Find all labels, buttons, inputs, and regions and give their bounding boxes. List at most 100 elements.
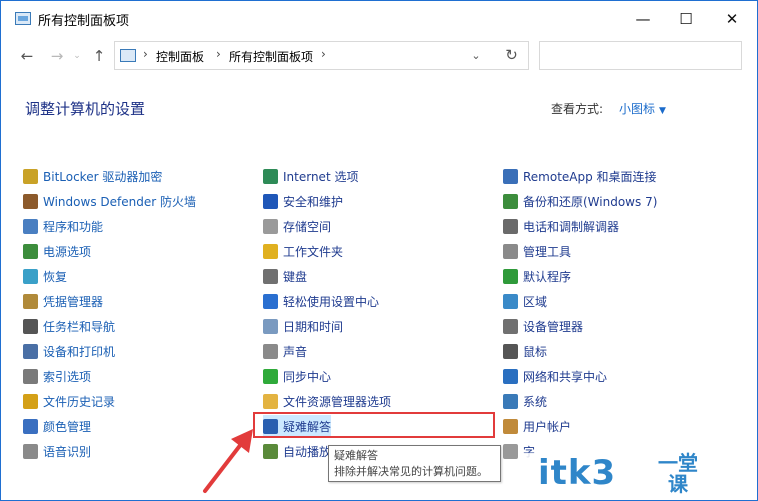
control-panel-item[interactable]: 鼠标 bbox=[503, 340, 547, 362]
firewall-icon bbox=[23, 193, 38, 209]
item-label: 安全和维护 bbox=[283, 194, 344, 209]
item-label: 用户帐户 bbox=[523, 419, 572, 434]
item-label: 电源选项 bbox=[43, 244, 92, 259]
breadcrumb-control-panel[interactable]: 控制面板 bbox=[156, 48, 204, 65]
maximize-button[interactable]: ☐ bbox=[663, 1, 709, 37]
tooltip: 疑难解答 排除并解决常见的计算机问题。 bbox=[328, 445, 501, 482]
item-label: 同步中心 bbox=[283, 369, 332, 384]
view-by-value: 小图标 bbox=[619, 102, 656, 116]
tooltip-title: 疑难解答 bbox=[334, 449, 378, 462]
control-panel-item[interactable]: 索引选项 bbox=[23, 365, 91, 387]
control-panel-item[interactable]: 默认程序 bbox=[503, 265, 571, 287]
control-panel-item[interactable]: 网络和共享中心 bbox=[503, 365, 607, 387]
tooltip-description: 排除并解决常见的计算机问题。 bbox=[334, 465, 488, 478]
item-label: 设备管理器 bbox=[523, 319, 584, 334]
storage-icon bbox=[263, 218, 278, 234]
control-panel-item[interactable]: 同步中心 bbox=[263, 365, 331, 387]
control-panel-item[interactable]: 电源选项 bbox=[23, 240, 91, 262]
control-panel-item[interactable]: 任务栏和导航 bbox=[23, 315, 115, 337]
control-panel-item[interactable]: 用户帐户 bbox=[503, 415, 571, 437]
sync-icon bbox=[263, 368, 278, 384]
item-label: 电话和调制解调器 bbox=[523, 219, 620, 234]
control-panel-item[interactable]: 恢复 bbox=[23, 265, 67, 287]
color-icon bbox=[23, 418, 38, 434]
search-input[interactable] bbox=[539, 41, 742, 70]
window-title: 所有控制面板项 bbox=[38, 14, 130, 29]
control-panel-item[interactable]: 电话和调制解调器 bbox=[503, 215, 619, 237]
control-panel-item[interactable]: 管理工具 bbox=[503, 240, 571, 262]
device-manager-icon bbox=[503, 318, 518, 334]
control-panel-icon bbox=[15, 12, 31, 25]
backup-icon bbox=[503, 193, 518, 209]
view-by-dropdown[interactable]: 小图标 ▼ bbox=[619, 100, 666, 117]
control-panel-item[interactable]: 声音 bbox=[263, 340, 307, 362]
control-panel-item[interactable]: 区域 bbox=[503, 290, 547, 312]
item-label: 备份和还原(Windows 7) bbox=[523, 194, 658, 209]
control-panel-item[interactable]: 凭据管理器 bbox=[23, 290, 103, 312]
item-label: Internet 选项 bbox=[283, 169, 359, 184]
close-button[interactable]: ✕ bbox=[709, 1, 755, 37]
index-icon bbox=[23, 368, 38, 384]
control-panel-item[interactable]: 设备和打印机 bbox=[23, 340, 115, 362]
control-panel-item[interactable]: Windows Defender 防火墙 bbox=[23, 190, 196, 212]
control-panel-item[interactable]: 文件历史记录 bbox=[23, 390, 115, 412]
item-label: 文件资源管理器选项 bbox=[283, 394, 392, 409]
control-panel-item[interactable]: 键盘 bbox=[263, 265, 307, 287]
item-label: Windows Defender 防火墙 bbox=[43, 194, 196, 209]
item-label: 索引选项 bbox=[43, 369, 92, 384]
dropdown-caret-icon: ▼ bbox=[659, 106, 666, 116]
control-panel-item[interactable]: 程序和功能 bbox=[23, 215, 103, 237]
item-label: 区域 bbox=[523, 294, 548, 309]
control-panel-item[interactable]: 颜色管理 bbox=[23, 415, 91, 437]
item-label: 语音识别 bbox=[43, 444, 92, 459]
control-panel-item[interactable]: 自动播放 bbox=[263, 440, 331, 462]
item-label: BitLocker 驱动器加密 bbox=[43, 169, 163, 184]
item-label: 键盘 bbox=[283, 269, 308, 284]
phone-icon bbox=[503, 218, 518, 234]
watermark-side-bottom: 课 bbox=[668, 472, 688, 496]
programs-icon bbox=[23, 218, 38, 234]
taskbar-icon bbox=[23, 318, 38, 334]
item-label: 自动播放 bbox=[283, 444, 332, 459]
control-panel-item[interactable]: 日期和时间 bbox=[263, 315, 343, 337]
breadcrumb-separator-icon[interactable]: › bbox=[216, 47, 221, 61]
view-by-label: 查看方式: bbox=[551, 102, 604, 116]
control-panel-item[interactable]: 轻松使用设置中心 bbox=[263, 290, 379, 312]
item-label: 鼠标 bbox=[523, 344, 548, 359]
control-panel-item[interactable]: RemoteApp 和桌面连接 bbox=[503, 165, 657, 187]
recent-locations-chevron-icon[interactable]: ⌄ bbox=[67, 46, 87, 66]
control-panel-item[interactable]: BitLocker 驱动器加密 bbox=[23, 165, 162, 187]
control-panel-item[interactable]: 语音识别 bbox=[23, 440, 91, 462]
remoteapp-icon bbox=[503, 168, 518, 184]
breadcrumb-separator-icon[interactable]: › bbox=[143, 47, 148, 61]
forward-button[interactable]: → bbox=[47, 46, 67, 66]
back-button[interactable]: ← bbox=[17, 46, 37, 66]
up-button[interactable]: ↑ bbox=[89, 46, 109, 66]
work-folders-icon bbox=[263, 243, 278, 259]
control-panel-item[interactable]: 设备管理器 bbox=[503, 315, 583, 337]
control-panel-item[interactable]: 安全和维护 bbox=[263, 190, 343, 212]
item-label: 设备和打印机 bbox=[43, 344, 116, 359]
minimize-button[interactable]: — bbox=[620, 1, 666, 37]
control-panel-item[interactable]: 备份和还原(Windows 7) bbox=[503, 190, 657, 212]
item-label: 任务栏和导航 bbox=[43, 319, 116, 334]
item-label: 恢复 bbox=[43, 269, 68, 284]
refresh-button[interactable]: ↻ bbox=[495, 41, 529, 70]
item-label: RemoteApp 和桌面连接 bbox=[523, 169, 657, 184]
control-panel-item[interactable]: 存储空间 bbox=[263, 215, 331, 237]
network-icon bbox=[503, 368, 518, 384]
pointer-arrow-icon bbox=[203, 429, 253, 493]
address-dropdown-icon[interactable]: ⌄ bbox=[459, 41, 493, 70]
item-label: 文件历史记录 bbox=[43, 394, 116, 409]
admin-tools-icon bbox=[503, 243, 518, 259]
breadcrumb-separator-icon[interactable]: › bbox=[321, 47, 326, 61]
item-label: 管理工具 bbox=[523, 244, 572, 259]
watermark-logo-side: 一堂 课 bbox=[658, 453, 698, 495]
control-panel-item[interactable]: Internet 选项 bbox=[263, 165, 358, 187]
control-panel-item[interactable]: 文件资源管理器选项 bbox=[263, 390, 391, 412]
control-panel-item[interactable]: 工作文件夹 bbox=[263, 240, 343, 262]
recovery-icon bbox=[23, 268, 38, 284]
control-panel-item[interactable]: 系统 bbox=[503, 390, 547, 412]
breadcrumb-all-items[interactable]: 所有控制面板项 bbox=[229, 48, 313, 65]
file-history-icon bbox=[23, 393, 38, 409]
